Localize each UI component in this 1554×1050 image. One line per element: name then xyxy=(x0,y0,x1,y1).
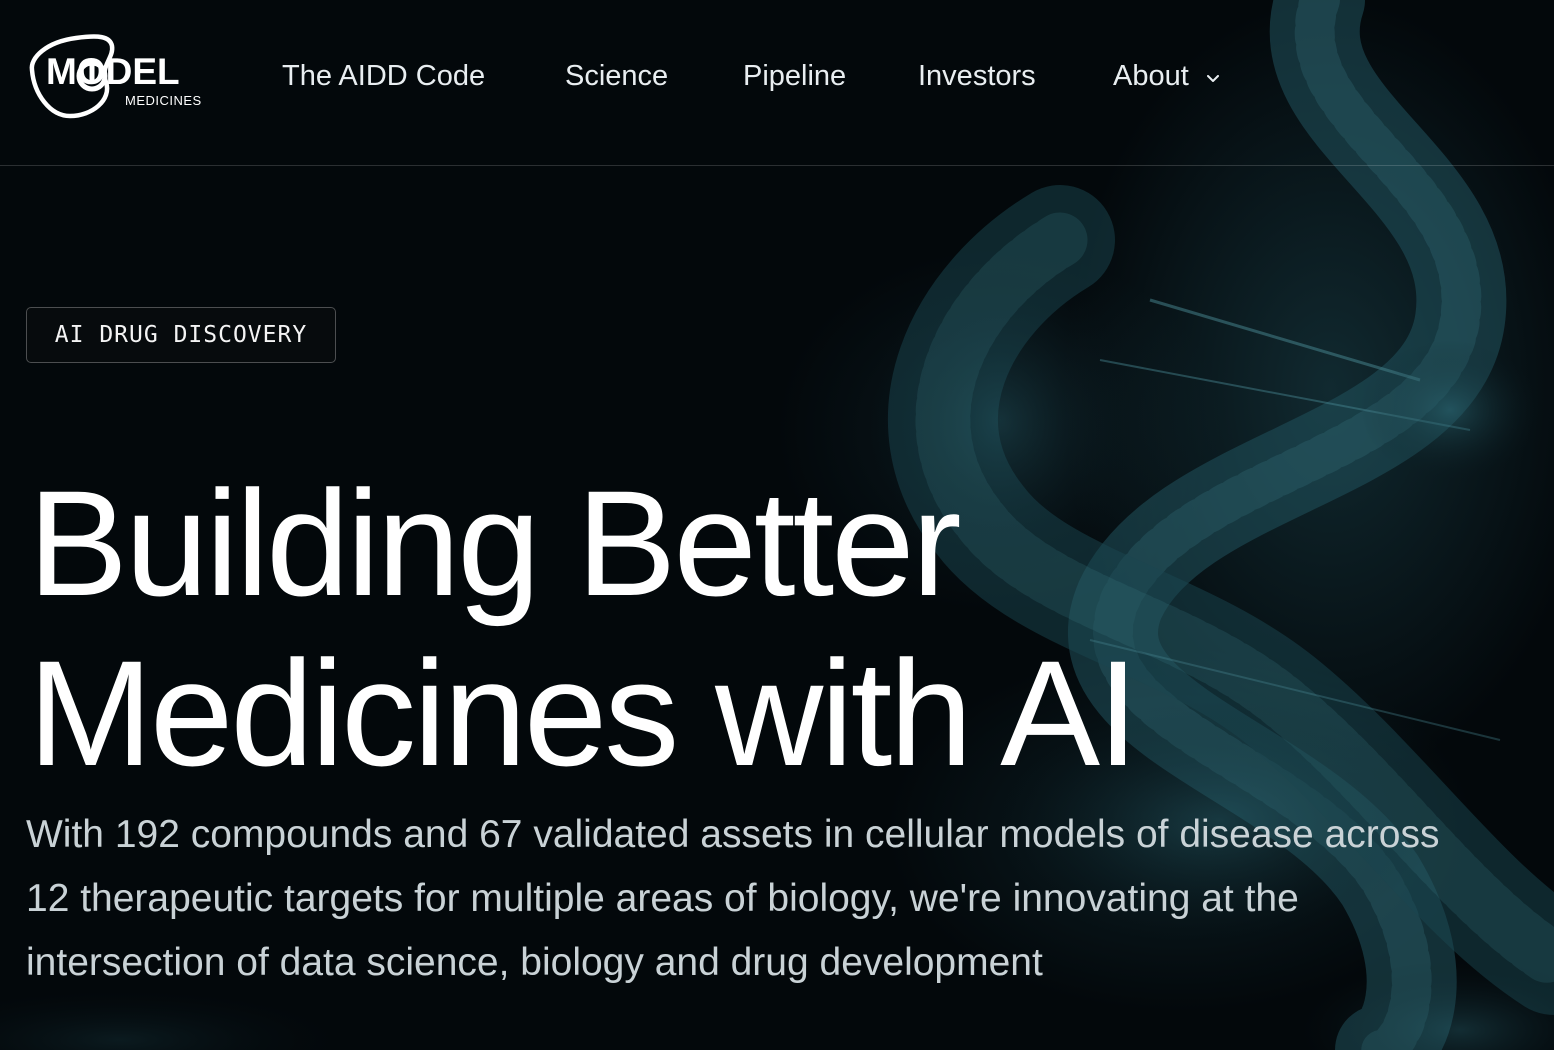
page: MODEL MEDICINES The AIDD Code Science Pi… xyxy=(0,0,1554,1050)
hero-description: With 192 compounds and 67 validated asse… xyxy=(26,813,1440,984)
brand-subtitle: MEDICINES xyxy=(125,93,202,108)
chevron-down-icon xyxy=(1206,54,1219,94)
nav-item-investors[interactable]: Investors xyxy=(918,56,1036,96)
nav-item-pipeline[interactable]: Pipeline xyxy=(743,56,846,96)
hero-headline: Building Better Medicines with AI xyxy=(28,458,1428,798)
nav-item-aidd-code[interactable]: The AIDD Code xyxy=(282,56,485,96)
nav-item-science[interactable]: Science xyxy=(565,56,668,96)
site-header: MODEL MEDICINES The AIDD Code Science Pi… xyxy=(0,0,1554,166)
brand-name: MODEL xyxy=(46,51,180,92)
hero-headline-line-1: Building Better xyxy=(28,459,962,627)
category-tag: AI DRUG DISCOVERY xyxy=(26,307,336,363)
nav-item-about[interactable]: About xyxy=(1113,56,1219,97)
hero-headline-line-2: Medicines with AI xyxy=(28,629,1139,797)
nav-item-about-label: About xyxy=(1113,60,1189,92)
logo[interactable]: MODEL MEDICINES xyxy=(26,32,216,120)
